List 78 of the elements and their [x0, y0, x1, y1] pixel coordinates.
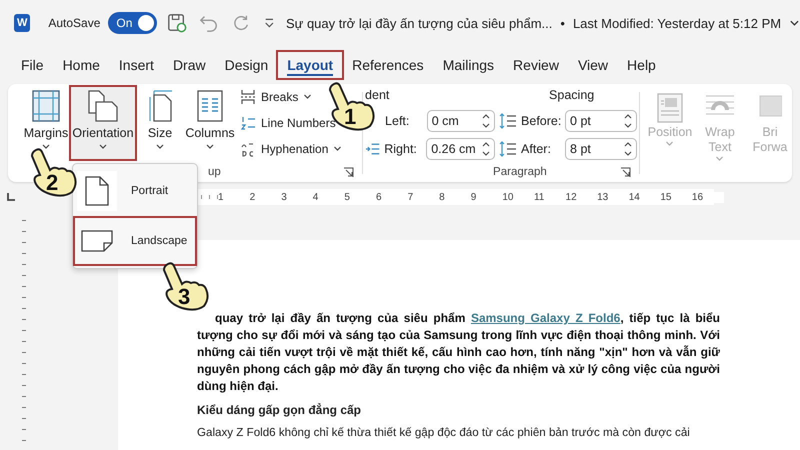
chevron-down-icon [155, 143, 165, 151]
ruler-number: 14 [628, 192, 660, 202]
input-field[interactable]: 0 pt [565, 110, 638, 132]
input-field[interactable]: 0 cm [426, 110, 496, 132]
margins-icon [31, 89, 61, 123]
numbered-lines-icon [240, 115, 256, 131]
ribbon-button[interactable]: Hyphenation [240, 138, 342, 160]
word-logo-icon: W [14, 14, 30, 32]
chevron-down-icon [205, 143, 215, 151]
indent-icon [365, 143, 380, 156]
field-label: Before: [521, 114, 562, 128]
spacing-heading: Spacing [548, 88, 596, 104]
ribbon-tab[interactable]: Insert [110, 52, 163, 78]
picture-position-icon [656, 92, 684, 124]
hyphenation-icon [240, 141, 256, 157]
ribbon-tab[interactable]: Mailings [434, 52, 504, 78]
menu-item[interactable]: Portrait [73, 166, 197, 216]
ribbon-button[interactable]: Line Numbers [240, 112, 336, 134]
section-heading: Kiểu dáng gấp gọn đẳng cấp [197, 403, 362, 417]
input-field[interactable]: 8 pt [565, 138, 638, 160]
ribbon-tab[interactable]: Help [618, 52, 665, 78]
ribbon-tab[interactable]: Layout [278, 52, 342, 78]
ruler-number: 15 [660, 192, 692, 202]
indent-heading: dent [365, 88, 390, 104]
group-label: Paragraph [493, 166, 547, 178]
step-number: 3 [178, 286, 190, 308]
line-spacing-icon [499, 141, 518, 158]
ribbon-button[interactable]: Breaks [240, 86, 312, 108]
ribbon-tab[interactable]: Design [216, 52, 278, 78]
ribbon-tab[interactable]: View [568, 52, 618, 78]
document-title: Sự quay trở lại đầy ấn tượng của siêu phẩm... [286, 16, 552, 30]
autosave-label: AutoSave [48, 16, 100, 30]
ribbon-tab[interactable]: Review [504, 52, 568, 78]
field-label: After: [521, 142, 552, 156]
ribbon-button[interactable]: Size [140, 86, 180, 160]
dialog-launcher-icon[interactable] [620, 166, 632, 178]
autosave-toggle[interactable]: On [108, 12, 158, 34]
landscape-page-icon [80, 229, 114, 253]
pages-icon [87, 89, 119, 123]
spin-arrows-icon [624, 141, 632, 158]
field-label: Right: [384, 142, 418, 156]
spin-arrows-icon [482, 141, 490, 158]
ruler-number: 16 [692, 192, 724, 202]
chevron-down-icon [303, 93, 312, 101]
spin-arrows-icon [482, 112, 490, 129]
product-link[interactable]: Samsung Galaxy Z Fold6 [470, 311, 620, 325]
step-number: 1 [344, 106, 356, 128]
customize-toolbar-icon[interactable] [263, 16, 276, 30]
ribbon-tab[interactable]: Draw [164, 52, 215, 78]
columns-icon [196, 89, 224, 123]
body-paragraph: Galaxy Z Fold6 không chỉ kế thừa thiết kế gập độc đáo từ các phiên bản trước mà còn được cải [197, 426, 691, 439]
body-paragraph: quay trở lại đầy ấn tượng của siêu phẩm Samsung Galaxy Z Fold6, tiếp tục là biểu tượng cho sự đổi mới và sáng tạo của Samsung trong lĩnh vực điện thoại thông minh. Với những cải tiến vượt trội về mặt thiết kế, cấu hình cao hơn, tính năng "xịn" hơn và vẫn giữ nguyên phong cách gập mở đầy ấn tượng cho việc đa nhiệm và xử lý công việc của người dùng hiện đại. [197, 310, 720, 395]
ribbon-tab[interactable]: Home [54, 52, 109, 78]
input-field[interactable]: 0.26 cm [426, 138, 496, 160]
step-number: 2 [46, 172, 58, 194]
chevron-down-icon [41, 143, 51, 151]
chevron-down-icon [333, 145, 342, 153]
ruler-number: 13 [597, 192, 629, 202]
menu-item[interactable]: Landscape [73, 216, 197, 266]
ribbon-button[interactable]: Columns [182, 86, 238, 160]
field-label: Left: [385, 114, 410, 128]
group-label: up [208, 166, 221, 178]
ruler-number: 1 [218, 192, 250, 202]
page-break-icon [240, 89, 256, 105]
ribbon-button[interactable]: Orientation [70, 86, 136, 160]
line-spacing-icon [499, 112, 518, 129]
chevron-down-icon [715, 155, 724, 163]
ribbon-tab[interactable]: References [343, 52, 433, 78]
save-icon[interactable] [167, 12, 188, 34]
title-separator: • [560, 16, 565, 30]
spin-arrows-icon [624, 112, 632, 129]
chevron-down-icon [665, 140, 674, 148]
dialog-launcher-icon[interactable] [343, 166, 354, 178]
last-modified-text: Last Modified: Yesterday at 5:12 PM [572, 16, 782, 30]
portrait-page-icon [84, 175, 110, 207]
chevron-down-icon [98, 143, 108, 151]
ribbon-tab[interactable]: File [12, 52, 53, 78]
tab-stop-icon[interactable] [6, 192, 16, 202]
